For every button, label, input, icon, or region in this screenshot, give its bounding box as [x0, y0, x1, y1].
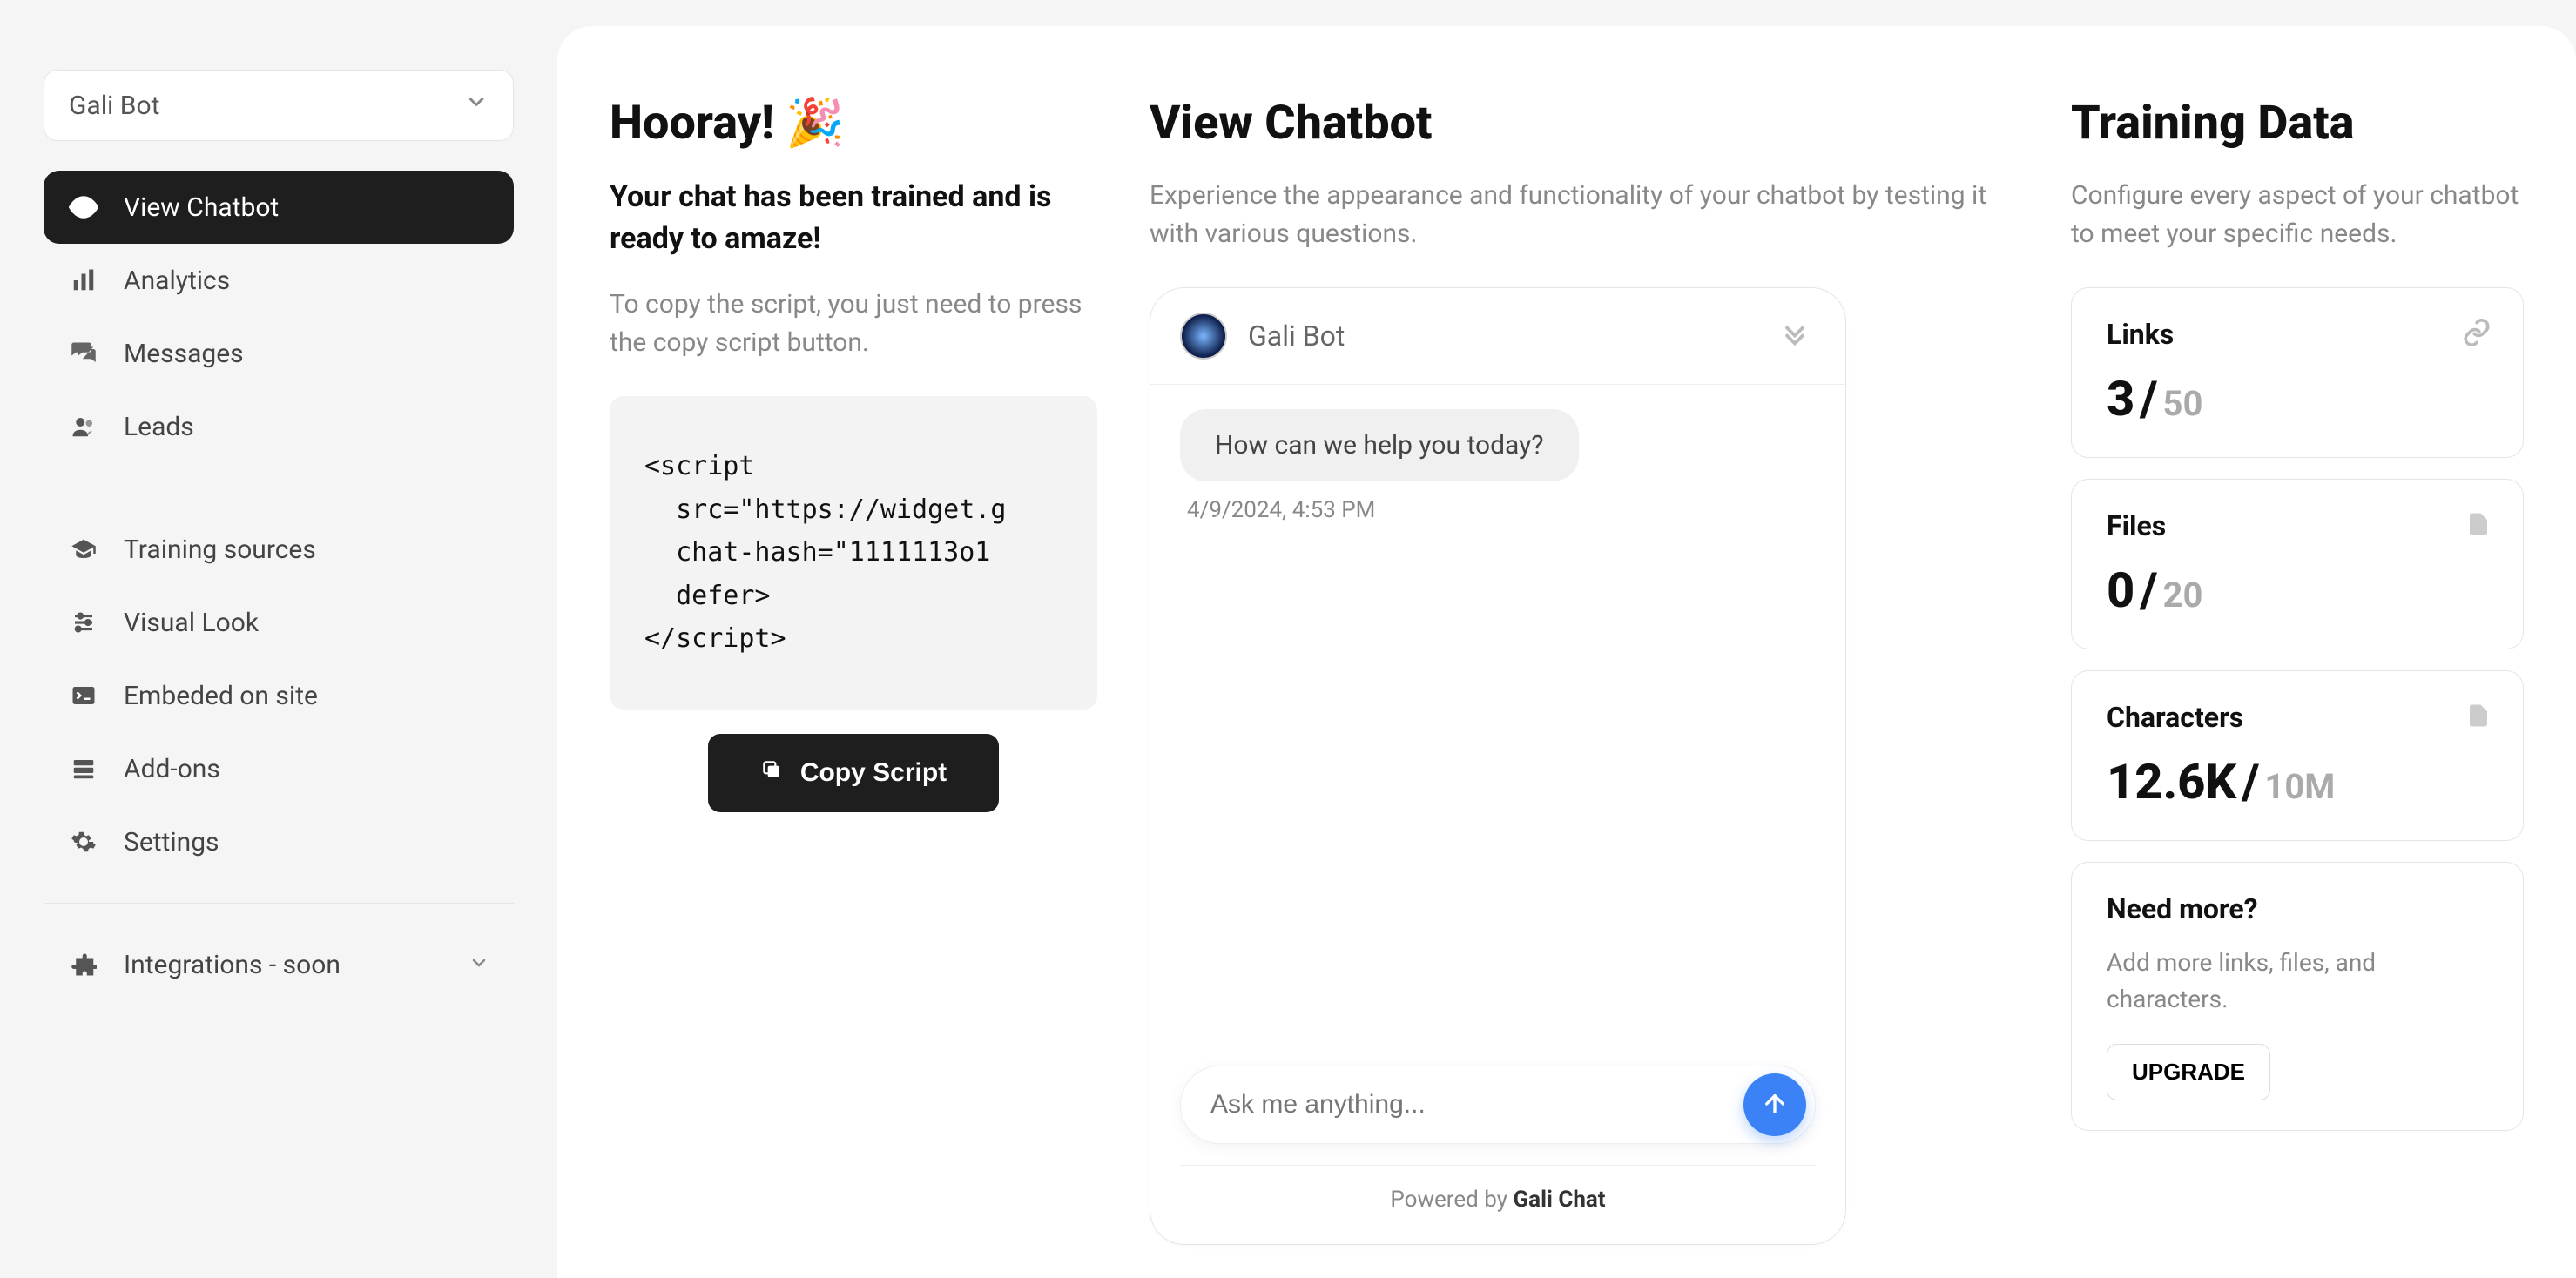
characters-value-row: 12.6K / 10M — [2107, 753, 2488, 811]
users-icon — [68, 411, 99, 442]
chat-powered-by: Powered by Gali Chat — [1180, 1165, 1816, 1244]
need-more-text: Add more links, files, and characters. — [2107, 945, 2488, 1018]
nav-divider — [44, 903, 514, 904]
powered-prefix: Powered by — [1390, 1187, 1513, 1213]
chat-bot-name: Gali Bot — [1248, 320, 1345, 353]
view-chatbot-heading: View Chatbot — [1150, 96, 2019, 151]
links-value-row: 3 / 50 — [2107, 370, 2488, 427]
message-timestamp: 4/9/2024, 4:53 PM — [1187, 497, 1816, 523]
stack-icon — [68, 753, 99, 784]
link-icon — [2462, 318, 2492, 351]
nav-leads[interactable]: Leads — [44, 390, 514, 463]
nav-view-chatbot[interactable]: View Chatbot — [44, 171, 514, 244]
training-data-heading: Training Data — [2071, 96, 2524, 151]
nav-training-sources[interactable]: Training sources — [44, 513, 514, 586]
powered-name: Gali Chat — [1513, 1187, 1605, 1213]
chatbot-preview-card: Gali Bot How can we help you today? 4/9/… — [1150, 287, 1846, 1245]
need-more-card: Need more? Add more links, files, and ch… — [2071, 862, 2524, 1131]
files-limit: 20 — [2163, 575, 2203, 615]
bot-selector[interactable]: Gali Bot — [44, 70, 514, 141]
nav-integrations[interactable]: Integrations - soon — [44, 928, 514, 1001]
files-card[interactable]: Files 0 / 20 — [2071, 479, 2524, 649]
chat-input-wrapper — [1180, 1066, 1816, 1144]
nav-label: Training sources — [124, 535, 316, 565]
bot-avatar — [1180, 313, 1227, 360]
copy-icon — [760, 758, 783, 788]
graduation-cap-icon — [68, 534, 99, 565]
characters-value: 12.6K — [2107, 753, 2236, 811]
hooray-panel: Hooray! 🎉 Your chat has been trained and… — [610, 96, 1097, 1208]
eye-icon — [68, 192, 99, 223]
bot-welcome-bubble: How can we help you today? — [1180, 409, 1579, 481]
view-chatbot-panel: View Chatbot Experience the appearance a… — [1150, 96, 2019, 1208]
hooray-heading: Hooray! 🎉 — [610, 96, 1097, 151]
links-label: Links — [2107, 318, 2488, 351]
messages-icon — [68, 338, 99, 369]
files-label: Files — [2107, 509, 2488, 542]
nav-settings[interactable]: Settings — [44, 805, 514, 878]
copy-note: To copy the script, you just need to pre… — [610, 286, 1097, 361]
characters-card[interactable]: Characters 12.6K / 10M — [2071, 670, 2524, 841]
gear-icon — [68, 826, 99, 858]
chat-body: How can we help you today? 4/9/2024, 4:5… — [1150, 385, 1845, 1048]
nav-messages[interactable]: Messages — [44, 317, 514, 390]
terminal-icon — [68, 680, 99, 711]
links-card[interactable]: Links 3 / 50 — [2071, 287, 2524, 458]
sliders-icon — [68, 607, 99, 638]
files-value-row: 0 / 20 — [2107, 562, 2488, 619]
chat-header: Gali Bot — [1150, 288, 1845, 385]
copy-script-button[interactable]: Copy Script — [708, 734, 999, 812]
puzzle-icon — [68, 949, 99, 980]
nav-add-ons[interactable]: Add-ons — [44, 732, 514, 805]
upgrade-button[interactable]: UPGRADE — [2107, 1044, 2270, 1100]
nav-label: Messages — [124, 339, 244, 369]
send-button[interactable] — [1743, 1073, 1806, 1136]
sidebar: Gali Bot View Chatbot Analytics Messages — [0, 0, 557, 1278]
nav-embed-on-site[interactable]: Embeded on site — [44, 659, 514, 732]
bot-selector-label: Gali Bot — [69, 91, 159, 121]
file-icon — [2465, 509, 2492, 542]
arrow-up-icon — [1761, 1090, 1789, 1120]
links-limit: 50 — [2163, 383, 2203, 424]
training-data-panel: Training Data Configure every aspect of … — [2071, 96, 2524, 1208]
chevron-double-down-icon[interactable] — [1779, 319, 1811, 353]
bar-chart-icon — [68, 265, 99, 296]
training-data-desc: Configure every aspect of your chatbot t… — [2071, 177, 2524, 252]
nav-visual-look[interactable]: Visual Look — [44, 586, 514, 659]
file-icon — [2465, 701, 2492, 734]
nav-analytics[interactable]: Analytics — [44, 244, 514, 317]
nav-label: Leads — [124, 412, 194, 442]
characters-limit: 10M — [2264, 766, 2335, 807]
embed-script-code: <script src="https://widget.g chat-hash=… — [610, 396, 1097, 710]
nav-label: Analytics — [124, 266, 230, 296]
chat-input[interactable] — [1210, 1090, 1730, 1120]
chat-input-row — [1150, 1048, 1845, 1154]
main-content: Hooray! 🎉 Your chat has been trained and… — [557, 26, 2576, 1278]
copy-script-label: Copy Script — [800, 758, 947, 788]
links-value: 3 — [2107, 370, 2134, 427]
characters-label: Characters — [2107, 701, 2488, 734]
nav-label: Visual Look — [124, 608, 259, 638]
files-value: 0 — [2107, 562, 2134, 619]
view-chatbot-desc: Experience the appearance and functional… — [1150, 177, 2019, 252]
chevron-down-icon — [464, 90, 489, 121]
need-more-title: Need more? — [2107, 892, 2488, 925]
nav-label: Embeded on site — [124, 681, 318, 711]
nav-label: Add-ons — [124, 754, 220, 784]
chevron-down-icon — [469, 950, 489, 980]
hooray-subhead: Your chat has been trained and is ready … — [610, 177, 1097, 259]
nav-label: View Chatbot — [124, 192, 279, 223]
nav-label: Settings — [124, 827, 219, 858]
nav-label: Integrations - soon — [124, 950, 444, 980]
